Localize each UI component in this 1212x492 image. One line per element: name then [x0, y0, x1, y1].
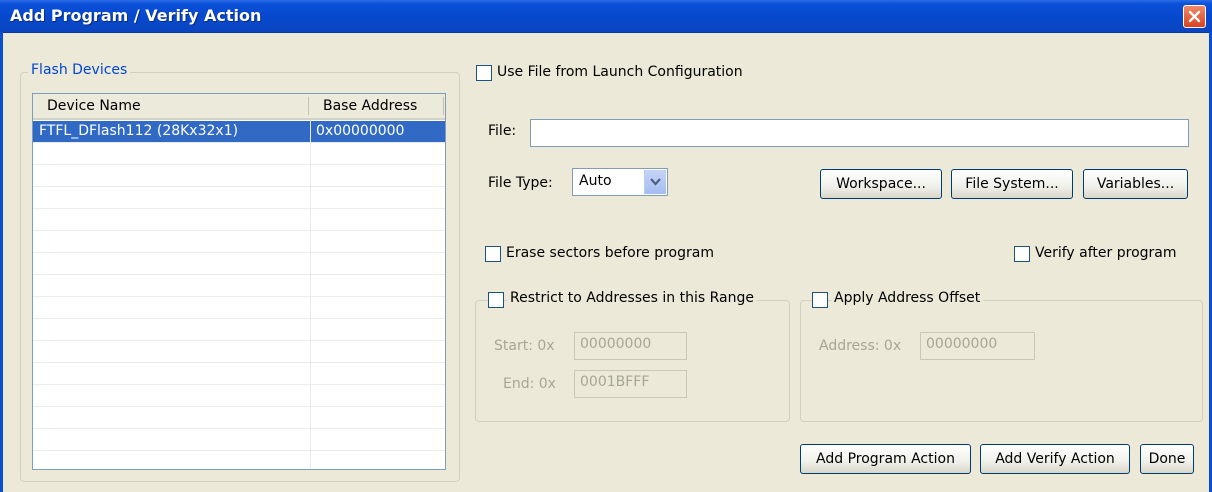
column-separator[interactable]	[308, 97, 309, 115]
erase-sectors-checkbox[interactable]	[485, 246, 501, 262]
table-row-empty	[33, 341, 445, 363]
verify-after-program-checkbox[interactable]	[1014, 246, 1030, 262]
start-address-label: Start: 0x	[494, 338, 555, 354]
table-row[interactable]: FTFL_DFlash112 (28Kx32x1) 0x00000000	[33, 121, 445, 143]
file-label: File:	[488, 123, 517, 139]
apply-offset-label: Apply Address Offset	[831, 290, 984, 306]
restrict-range-checkbox[interactable]	[488, 292, 504, 308]
verify-after-program-label: Verify after program	[1035, 245, 1177, 261]
table-row-empty	[33, 297, 445, 319]
end-address-label: End: 0x	[503, 376, 556, 392]
file-type-label: File Type:	[488, 175, 553, 191]
file-input[interactable]	[530, 119, 1189, 147]
workspace-button[interactable]: Workspace...	[820, 169, 942, 199]
use-launch-config-checkbox[interactable]	[476, 65, 492, 81]
dialog-window: Add Program / Verify Action Flash Device…	[0, 0, 1212, 492]
window-title: Add Program / Verify Action	[10, 6, 262, 25]
flash-devices-table[interactable]: Device Name Base Address FTFL_DFlash112 …	[32, 93, 446, 470]
variables-button[interactable]: Variables...	[1083, 169, 1188, 199]
file-type-select[interactable]: Auto	[572, 168, 668, 196]
done-button[interactable]: Done	[1140, 444, 1194, 474]
offset-address-input[interactable]: 00000000	[920, 332, 1035, 360]
add-verify-action-button[interactable]: Add Verify Action	[980, 444, 1130, 474]
title-bar[interactable]: Add Program / Verify Action	[0, 0, 1212, 33]
close-icon	[1188, 10, 1201, 23]
end-address-input[interactable]: 0001BFFF	[574, 370, 687, 398]
table-header: Device Name Base Address	[33, 94, 445, 120]
window-border-left	[0, 32, 3, 492]
column-separator[interactable]	[443, 97, 444, 115]
table-row-empty	[33, 209, 445, 231]
dropdown-arrow-button[interactable]	[644, 170, 666, 194]
restrict-range-group	[475, 300, 790, 422]
table-row-empty	[33, 385, 445, 407]
column-header-base-address[interactable]: Base Address	[323, 98, 417, 114]
offset-address-label: Address: 0x	[819, 338, 902, 354]
add-program-action-button[interactable]: Add Program Action	[800, 444, 971, 474]
table-row-empty	[33, 165, 445, 187]
base-address-cell: 0x00000000	[316, 123, 405, 139]
column-header-device-name[interactable]: Device Name	[47, 98, 141, 114]
chevron-down-icon	[650, 178, 661, 186]
flash-devices-legend: Flash Devices	[28, 62, 131, 78]
table-row-empty	[33, 275, 445, 297]
address-offset-group	[800, 300, 1203, 422]
file-system-button[interactable]: File System...	[951, 169, 1073, 199]
table-row-empty	[33, 363, 445, 385]
restrict-range-label: Restrict to Addresses in this Range	[507, 290, 757, 306]
erase-sectors-label: Erase sectors before program	[506, 245, 714, 261]
close-button[interactable]	[1183, 5, 1206, 28]
table-row-empty	[33, 231, 445, 253]
table-row-empty	[33, 407, 445, 429]
file-type-value: Auto	[579, 173, 612, 189]
table-row-empty	[33, 429, 445, 451]
device-name-cell: FTFL_DFlash112 (28Kx32x1)	[39, 123, 239, 139]
apply-offset-checkbox[interactable]	[812, 292, 828, 308]
table-row-empty	[33, 319, 445, 341]
table-row-empty	[33, 143, 445, 165]
table-row-empty	[33, 253, 445, 275]
table-row-empty	[33, 187, 445, 209]
use-launch-config-label: Use File from Launch Configuration	[497, 64, 743, 80]
start-address-input[interactable]: 00000000	[574, 332, 687, 360]
